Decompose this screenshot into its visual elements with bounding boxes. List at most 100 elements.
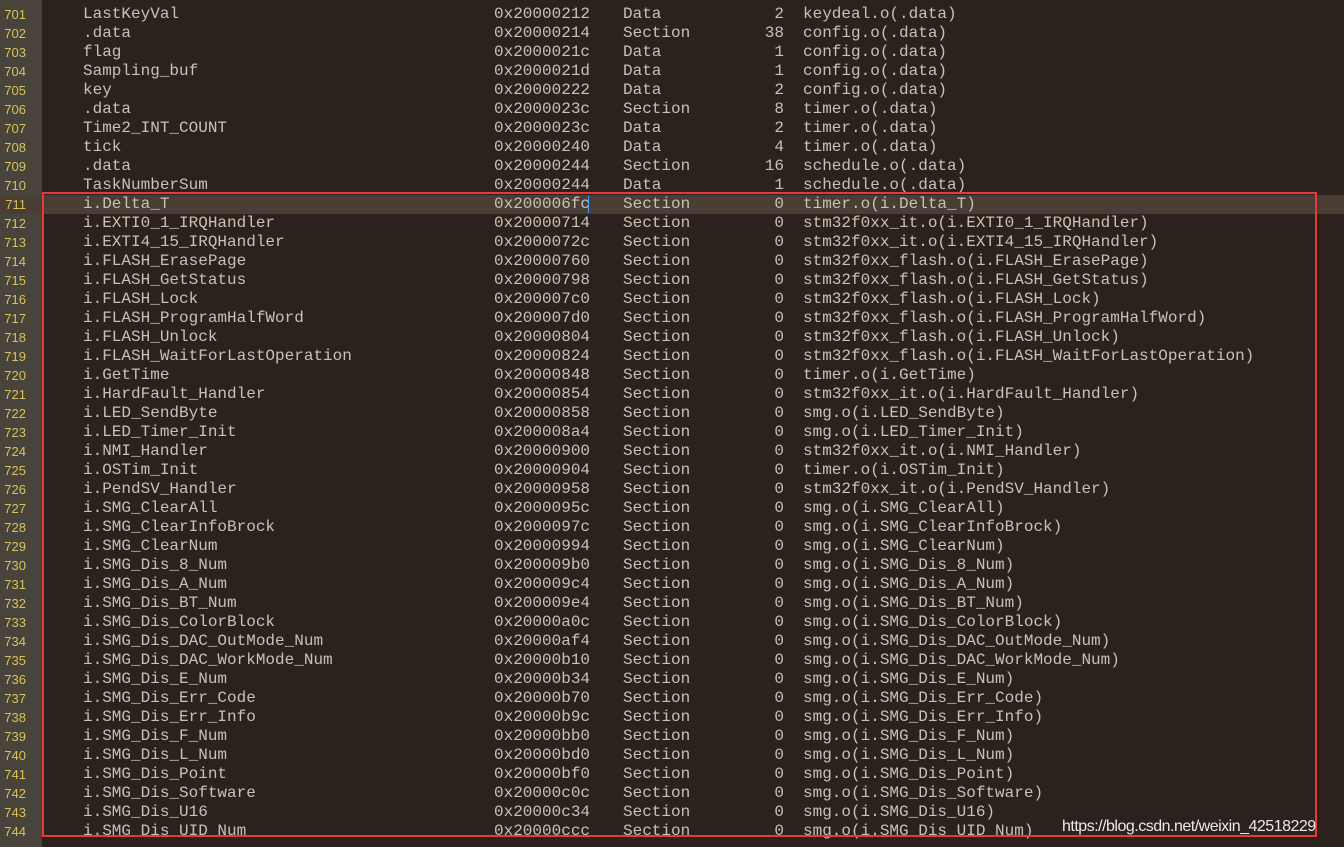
line-number: 724	[4, 444, 26, 459]
symbol-name: .data	[83, 100, 132, 118]
line-number: 732	[4, 596, 26, 611]
line-number: 741	[4, 767, 26, 782]
map-file-line[interactable]: 705 key 0x20000222 Data 2 config.o(.data)	[0, 81, 1344, 100]
line-number: 733	[4, 615, 26, 630]
line-number: 714	[4, 254, 26, 269]
symbol-type: Section	[623, 24, 691, 42]
object-section: timer.o(.data)	[803, 100, 938, 118]
symbol-name: Time2_INT_COUNT	[83, 119, 228, 137]
line-number: 735	[4, 653, 26, 668]
symbol-type: Data	[623, 5, 662, 23]
line-number: 720	[4, 368, 26, 383]
line-number: 739	[4, 729, 26, 744]
map-file-line[interactable]: 706 .data 0x2000023c Section 8 timer.o(.data)	[0, 100, 1344, 119]
symbol-name: key	[83, 81, 112, 99]
line-number: 708	[4, 140, 26, 155]
symbol-address: 0x20000212	[494, 5, 591, 23]
object-section: config.o(.data)	[803, 62, 948, 80]
object-section: schedule.o(.data)	[803, 157, 967, 175]
annotation-highlight-box	[42, 192, 1317, 837]
line-number: 721	[4, 387, 26, 402]
line-number: 711	[5, 197, 26, 212]
object-section: config.o(.data)	[803, 43, 948, 61]
line-number: 710	[4, 178, 26, 193]
symbol-address: 0x20000240	[494, 138, 591, 156]
symbol-name: LastKeyVal	[83, 5, 180, 23]
symbol-size: 1	[774, 43, 784, 61]
line-number: 736	[4, 672, 26, 687]
object-section: config.o(.data)	[803, 81, 948, 99]
map-file-line[interactable]: 701 LastKeyVal 0x20000212 Data 2 keydeal.o(.d…	[0, 5, 1344, 24]
line-number: 731	[4, 577, 26, 592]
line-number: 719	[4, 349, 26, 364]
watermark: https://blog.csdn.net/weixin_42518229	[1062, 818, 1316, 835]
line-number: 718	[4, 330, 26, 345]
line-number: 734	[4, 634, 26, 649]
object-section: timer.o(.data)	[803, 119, 938, 137]
line-number: 738	[4, 710, 26, 725]
symbol-name: Sampling_buf	[83, 62, 199, 80]
symbol-size: 2	[774, 81, 784, 99]
map-file-line[interactable]: 707 Time2_INT_COUNT 0x2000023c Data 2 timer.o…	[0, 119, 1344, 138]
line-number: 712	[4, 216, 26, 231]
symbol-size: 4	[774, 138, 784, 156]
symbol-type: Data	[623, 43, 662, 61]
symbol-name: .data	[83, 24, 132, 42]
map-file-line[interactable]: 703 flag 0x2000021c Data 1 config.o(.data)	[0, 43, 1344, 62]
line-number: 744	[4, 824, 26, 839]
line-number: 706	[4, 102, 26, 117]
line-number: 717	[4, 311, 26, 326]
line-number: 743	[4, 805, 26, 820]
line-number: 707	[4, 121, 26, 136]
symbol-address: 0x20000222	[494, 81, 591, 99]
line-number: 704	[4, 64, 26, 79]
symbol-type: Section	[623, 157, 691, 175]
line-number: 729	[4, 539, 26, 554]
line-number: 705	[4, 83, 26, 98]
symbol-address: 0x2000021c	[494, 43, 591, 61]
symbol-size: 1	[774, 62, 784, 80]
symbol-size: 16	[764, 157, 784, 175]
symbol-address: 0x2000021d	[494, 62, 591, 80]
line-number: 703	[4, 45, 26, 60]
symbol-name: .data	[83, 157, 132, 175]
line-number: 730	[4, 558, 26, 573]
symbol-address: 0x2000023c	[494, 100, 591, 118]
line-number: 723	[4, 425, 26, 440]
symbol-size: 2	[774, 5, 784, 23]
symbol-size: 38	[764, 24, 784, 42]
symbol-type: Data	[623, 119, 662, 137]
line-number: 742	[4, 786, 26, 801]
symbol-size: 2	[774, 119, 784, 137]
line-number: 709	[4, 159, 26, 174]
symbol-address: 0x20000244	[494, 157, 591, 175]
line-number: 701	[4, 7, 26, 22]
symbol-address: 0x2000023c	[494, 119, 591, 137]
object-section: config.o(.data)	[803, 24, 948, 42]
symbol-type: Data	[623, 138, 662, 156]
object-section: timer.o(.data)	[803, 138, 938, 156]
line-number: 722	[4, 406, 26, 421]
map-file-line[interactable]: 708 tick 0x20000240 Data 4 timer.o(.data)	[0, 138, 1344, 157]
line-number: 715	[4, 273, 26, 288]
line-number: 713	[4, 235, 26, 250]
map-file-line[interactable]: 702 .data 0x20000214 Section 38 config.o(.dat…	[0, 24, 1344, 43]
symbol-type: Data	[623, 81, 662, 99]
line-number: 728	[4, 520, 26, 535]
line-number: 726	[4, 482, 26, 497]
line-number: 702	[4, 26, 26, 41]
symbol-size: 8	[774, 100, 784, 118]
map-file-line[interactable]: 704 Sampling_buf 0x2000021d Data 1 config.o(.…	[0, 62, 1344, 81]
symbol-type: Data	[623, 62, 662, 80]
line-number: 737	[4, 691, 26, 706]
line-number: 740	[4, 748, 26, 763]
map-file-line[interactable]: 709 .data 0x20000244 Section 16 schedule.o(.d…	[0, 157, 1344, 176]
line-number: 727	[4, 501, 26, 516]
symbol-name: flag	[83, 43, 122, 61]
object-section: keydeal.o(.data)	[803, 5, 957, 23]
symbol-address: 0x20000214	[494, 24, 591, 42]
symbol-type: Section	[623, 100, 691, 118]
line-number: 716	[4, 292, 26, 307]
symbol-name: tick	[83, 138, 122, 156]
line-number: 725	[4, 463, 26, 478]
